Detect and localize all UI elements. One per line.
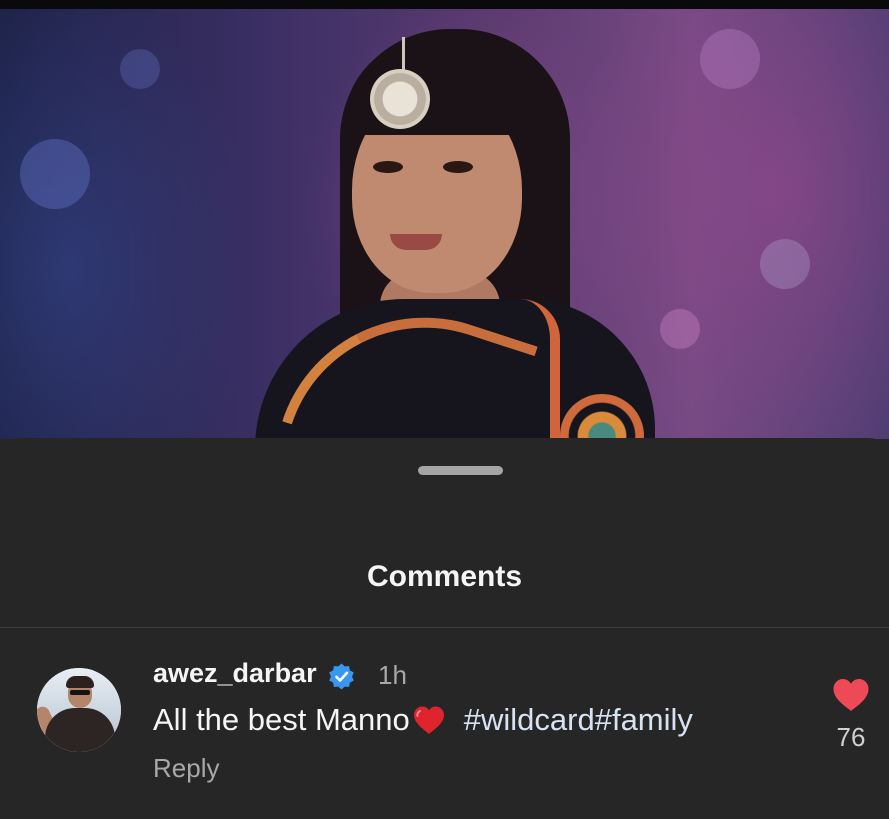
jewelry-chain [402, 37, 405, 73]
dress-embroidery [520, 299, 560, 439]
comment-username[interactable]: awez_darbar [153, 658, 317, 689]
comment-body: All the best Manno #wildcard#family [153, 702, 693, 738]
bokeh-light [700, 29, 760, 89]
comments-sheet [0, 438, 889, 819]
verified-badge-icon [329, 663, 354, 690]
lips [390, 234, 442, 250]
comment-text: All the best Manno [153, 702, 410, 737]
like-count: 76 [836, 722, 866, 752]
avatar-hair [66, 676, 94, 688]
status-bar [0, 0, 889, 9]
avatar-body [45, 708, 115, 752]
bokeh-light [20, 139, 90, 209]
divider [0, 627, 889, 628]
maang-tikka-jewelry [370, 69, 430, 129]
bokeh-light [660, 309, 700, 349]
comment-hashtags[interactable]: #wildcard#family [464, 702, 693, 737]
avatar-sunglasses [70, 690, 90, 695]
reply-button[interactable]: Reply [153, 753, 219, 784]
eye [373, 161, 403, 173]
heart-icon[interactable] [832, 678, 870, 712]
comment-timestamp: 1h [378, 660, 407, 690]
sheet-title: Comments [366, 560, 523, 593]
bokeh-light [760, 239, 810, 289]
drag-handle[interactable] [418, 466, 503, 475]
avatar[interactable] [37, 668, 121, 752]
eye [443, 161, 473, 173]
heart-emoji-icon [413, 706, 444, 734]
bokeh-light [120, 49, 160, 89]
post-photo [0, 9, 889, 439]
